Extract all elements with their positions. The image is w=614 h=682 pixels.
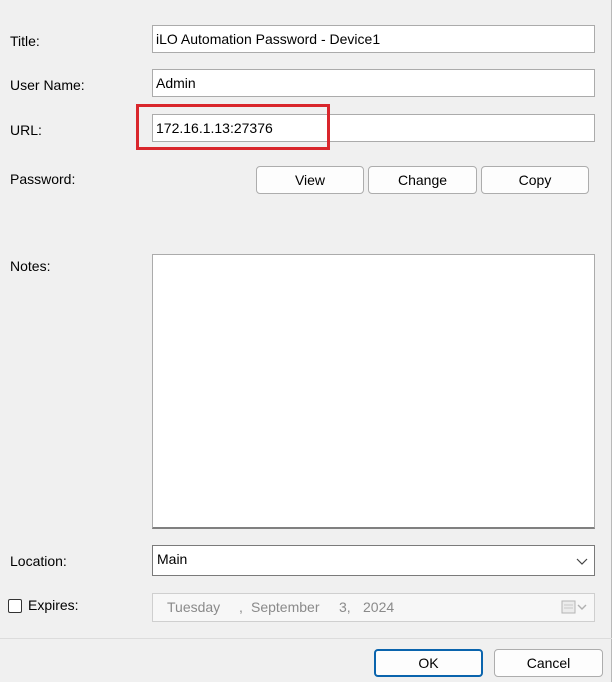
password-entry-dialog: Title: iLO Automation Password - Device1…	[0, 0, 612, 682]
username-input[interactable]: Admin	[152, 69, 595, 97]
chevron-down-icon[interactable]	[576, 556, 588, 566]
date-separator: ,	[239, 599, 243, 615]
calendar-dropdown-icon[interactable]	[561, 599, 589, 616]
username-label: User Name:	[10, 77, 85, 93]
url-input[interactable]: 172.16.1.13:27376	[152, 114, 595, 142]
password-label: Password:	[10, 171, 76, 187]
location-selected-value: Main	[157, 551, 188, 567]
notes-label: Notes:	[10, 258, 51, 274]
date-year: 2024	[363, 599, 395, 615]
expires-label: Expires:	[28, 597, 79, 613]
date-month: September	[251, 599, 320, 615]
expires-checkbox[interactable]	[8, 599, 22, 613]
copy-password-button[interactable]: Copy	[481, 166, 589, 194]
footer-divider	[0, 638, 612, 639]
location-label: Location:	[10, 553, 67, 569]
title-label: Title:	[10, 33, 40, 49]
cancel-button[interactable]: Cancel	[494, 649, 603, 677]
location-select[interactable]: Main	[152, 545, 595, 576]
title-input[interactable]: iLO Automation Password - Device1	[152, 25, 595, 53]
view-password-button[interactable]: View	[256, 166, 364, 194]
change-password-button[interactable]: Change	[368, 166, 477, 194]
notes-textarea[interactable]	[152, 254, 595, 529]
date-day: 3,	[339, 599, 351, 615]
ok-button[interactable]: OK	[374, 649, 483, 677]
url-label: URL:	[10, 122, 42, 138]
expires-date-picker[interactable]: Tuesday , September 3, 2024	[152, 593, 595, 622]
date-weekday: Tuesday	[167, 599, 221, 615]
